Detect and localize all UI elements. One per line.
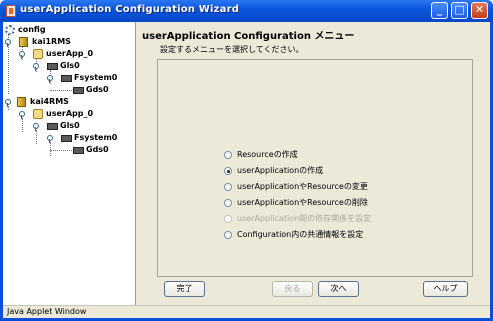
root-icon <box>5 25 15 35</box>
wizard-window: userApplication Configuration Wizard _ □… <box>0 0 493 321</box>
resource-icon <box>73 87 84 94</box>
resource-icon <box>61 135 72 142</box>
host-icon <box>17 97 26 107</box>
tree-connector <box>22 118 23 132</box>
back-button: 戻る <box>272 281 313 297</box>
resource-icon <box>47 123 58 130</box>
resource-icon <box>61 75 72 82</box>
radio-button[interactable] <box>224 199 232 207</box>
panel-instruction: 設定するメニューを選択してください。 <box>160 45 304 54</box>
tree-toggle[interactable] <box>19 111 25 119</box>
radio-button-disabled <box>224 215 232 223</box>
status-text: Java Applet Window <box>7 307 87 316</box>
tree-toggle[interactable] <box>47 135 53 143</box>
config-tree[interactable]: config kai1RMS userApp_0 Gls0 Fsystem0 G… <box>3 22 136 305</box>
resource-icon <box>73 147 84 154</box>
help-button[interactable]: ヘルプ <box>423 281 468 297</box>
userapp-icon <box>33 109 43 119</box>
next-button[interactable]: 次へ <box>318 281 359 297</box>
window-title: userApplication Configuration Wizard <box>20 4 240 15</box>
panel-title: userApplication Configuration メニュー <box>142 31 355 42</box>
tree-connector <box>50 150 72 151</box>
radio-button[interactable] <box>224 151 232 159</box>
java-app-icon <box>6 5 16 17</box>
userapp-icon <box>33 49 43 59</box>
title-bar[interactable]: userApplication Configuration Wizard _ □… <box>0 0 493 22</box>
menu-options-box: Resourceの作成 userApplicationの作成 userAppli… <box>157 59 473 277</box>
status-bar: Java Applet Window <box>3 305 490 318</box>
tree-toggle[interactable] <box>33 63 39 71</box>
radio-button-selected[interactable] <box>224 167 232 175</box>
tree-toggle[interactable] <box>47 75 53 83</box>
tree-toggle[interactable] <box>19 51 25 59</box>
radio-button[interactable] <box>224 231 232 239</box>
tree-connector <box>50 90 72 91</box>
tree-connector <box>36 130 37 144</box>
host-icon <box>19 37 28 47</box>
tree-connector <box>50 142 51 156</box>
tree-toggle[interactable] <box>5 39 11 47</box>
resource-icon <box>47 63 58 70</box>
tree-connector <box>8 106 9 110</box>
tree-toggle[interactable] <box>33 123 39 131</box>
radio-button[interactable] <box>224 183 232 191</box>
finish-button[interactable]: 完了 <box>164 281 205 297</box>
maximize-button[interactable]: □ <box>451 2 468 19</box>
window-client-area: config kai1RMS userApp_0 Gls0 Fsystem0 G… <box>3 22 490 318</box>
close-button[interactable]: ✕ <box>471 2 488 19</box>
minimize-button[interactable]: _ <box>431 2 448 19</box>
tree-toggle[interactable] <box>5 99 11 107</box>
